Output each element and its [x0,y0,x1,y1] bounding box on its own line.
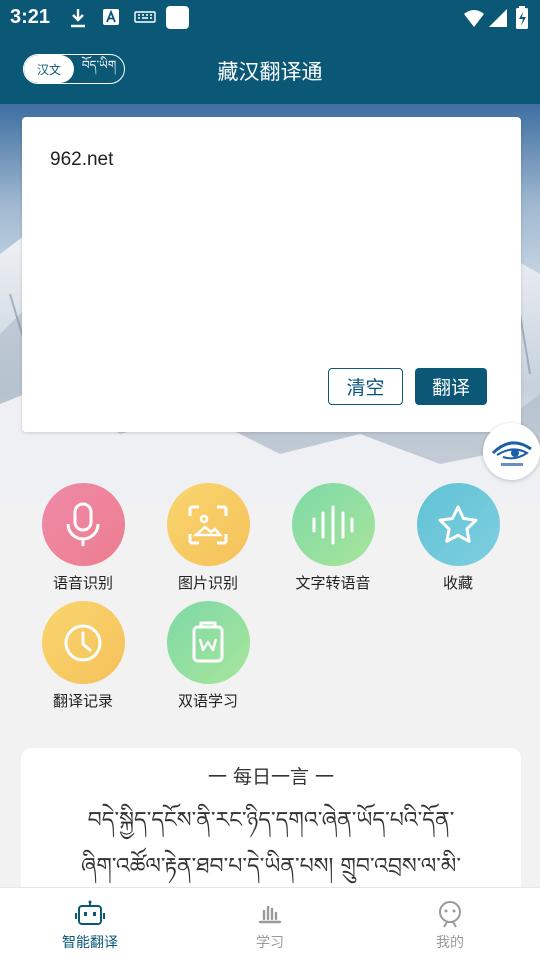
feature-circle [291,483,375,566]
daily-quote-line: བདེ་སྐྱིད་དངོས་ནི་རང་ཉིད་དགའ་ཞེན་ཡོད་པའི… [87,808,455,833]
feature-translation-history[interactable]: 翻译记录 [28,601,138,711]
eye-logo-icon [491,441,532,466]
nav-learning[interactable]: 学习 [180,888,360,961]
nav-label: 智能翻译 [62,935,118,951]
font-icon [103,9,119,25]
feature-text-to-speech[interactable]: 文字转语音 [278,483,388,593]
image-scan-icon [188,505,228,544]
input-card: 962.net 清空 翻译 [22,117,521,432]
feature-label: 文字转语音 [295,574,371,592]
robot-icon [75,900,105,925]
feature-circle [166,483,250,566]
bottom-navigation: 智能翻译 学习 我的 [0,887,540,961]
user-icon [439,901,461,928]
daily-quote-line: ཞིག་འཚོལ་རྟེན་ཐབ་པ་དེ་ཡིན་པས། གྲུབ་འབྲས་… [81,854,461,879]
feature-label: 图片识别 [177,574,238,592]
feature-label: 语音识别 [52,574,113,592]
status-bar: 3:21 [0,0,540,36]
feature-circle [41,601,125,684]
clock-icon [64,624,102,661]
nav-smart-translate[interactable]: 智能翻译 [0,888,180,961]
nav-label: 我的 [436,935,464,951]
daily-quote-title: 一 每日一言 一 [207,766,335,788]
feature-voice-recognition[interactable]: 语音识别 [28,483,138,593]
notification-square-icon [166,6,189,29]
star-icon [438,505,478,543]
feature-circle [41,483,125,566]
bar-chart-icon [258,905,282,924]
status-time: 3:21 [10,6,51,28]
translate-button[interactable]: 翻译 [415,368,487,405]
keyboard-icon [134,11,156,23]
daily-quote-card: 一 每日一言 一 བདེ་སྐྱིད་དངོས་ནི་རང་ཉིད་དགའ་ཞེ… [21,748,521,908]
feature-bilingual-learning[interactable]: 双语学习 [153,601,263,711]
feature-favorites[interactable]: 收藏 [403,483,513,593]
feature-image-recognition[interactable]: 图片识别 [153,483,263,593]
daily-quote-text: བདེ་སྐྱིད་དངོས་ནི་རང་ཉིད་དགའ་ཞེན་ཡོད་པའི… [33,798,509,890]
nav-label: 学习 [256,935,284,951]
feature-label: 翻译记录 [52,692,113,710]
battery-icon [516,6,528,29]
waveform-icon [312,505,354,544]
book-w-icon [192,621,224,662]
wifi-icon [464,10,484,27]
feature-label: 收藏 [442,574,473,592]
feature-circle [166,601,250,684]
floating-logo-button[interactable] [483,423,540,480]
microphone-icon [66,502,100,546]
app-bar: 汉文 བོད་ཡིག 藏汉翻译通 [0,36,540,104]
download-icon [71,9,85,28]
clear-button[interactable]: 清空 [328,368,403,405]
signal-icon [489,9,507,27]
source-text-input[interactable]: 962.net [50,149,113,171]
page-title: 藏汉翻译通 [217,60,323,84]
nav-profile[interactable]: 我的 [360,888,540,961]
feature-label: 双语学习 [177,692,238,710]
feature-circle [416,483,500,566]
